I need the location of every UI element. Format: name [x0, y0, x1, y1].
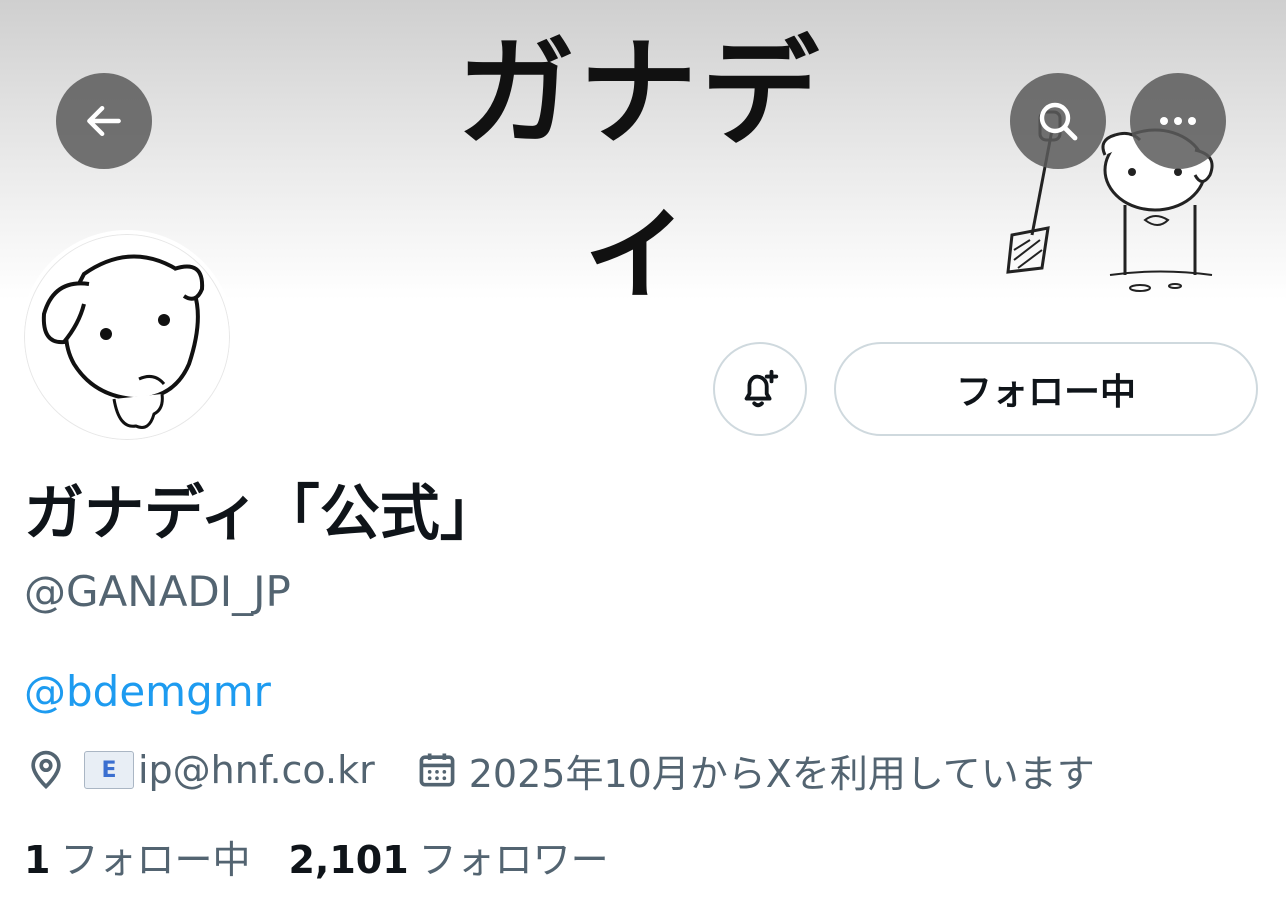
display-name: ガナディ「公式」 [24, 479, 500, 549]
profile-avatar[interactable] [20, 230, 234, 444]
email-emoji-icon: E [84, 751, 134, 789]
calendar-icon [419, 753, 455, 787]
notifications-button[interactable] [713, 342, 807, 436]
location-item: E ip@hnf.co.kr [24, 748, 375, 792]
following-count: 1 [24, 838, 51, 882]
followers-count: 2,101 [288, 838, 409, 882]
user-handle: @GANADI_JP [24, 567, 291, 616]
banner-title: ガナディ [456, 24, 823, 300]
profile-meta: E ip@hnf.co.kr 2025年10月からXを利用しています [24, 742, 1095, 798]
more-options-button[interactable] [1130, 73, 1226, 169]
following-button[interactable]: フォロー中 [834, 342, 1258, 436]
joined-text: 2025年10月からXを利用しています [468, 751, 1095, 796]
follow-stats: 1 フォロー中 2,101 フォロワー [24, 832, 609, 888]
avatar-dog-illustration [41, 254, 205, 429]
more-horizontal-icon [1160, 117, 1196, 125]
back-button[interactable] [56, 73, 152, 169]
bell-plus-icon [744, 369, 779, 408]
arrow-left-icon [87, 105, 121, 137]
joined-item: 2025年10月からXを利用しています [415, 743, 1095, 798]
location-text: ip@hnf.co.kr [138, 748, 375, 792]
search-icon [1039, 102, 1078, 141]
following-stat[interactable]: 1 フォロー中 [24, 832, 250, 888]
search-button[interactable] [1010, 73, 1106, 169]
following-label: フォロー中 [60, 838, 251, 882]
bio-mention-link[interactable]: @bdemgmr [24, 664, 271, 720]
followers-stat[interactable]: 2,101 フォロワー [288, 832, 608, 888]
followers-label: フォロワー [418, 838, 609, 882]
location-pin-icon [31, 750, 61, 790]
